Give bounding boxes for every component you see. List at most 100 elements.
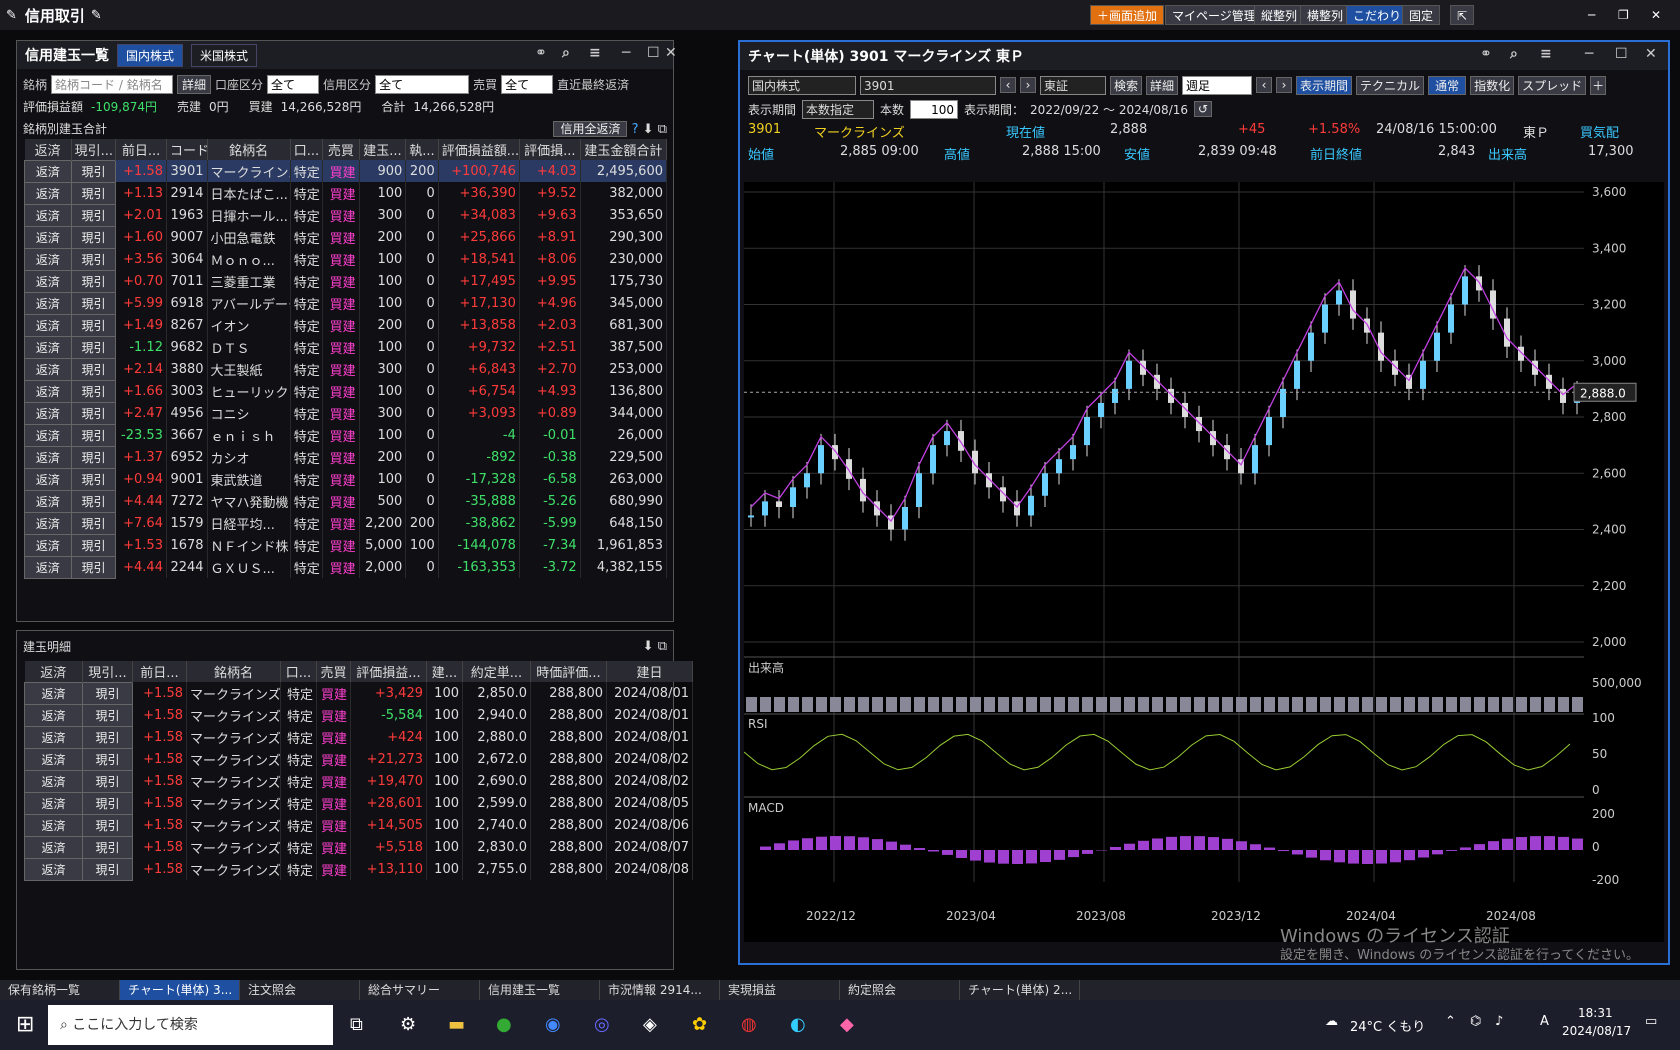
repay-button[interactable]: 返済	[24, 489, 72, 513]
folder-icon[interactable]: ▬	[448, 1014, 465, 1035]
copy-icon[interactable]: ⧉	[658, 122, 667, 137]
table-row[interactable]: 返済 現引 +2.14 3880 大王製紙 特定 買建 300 0 +6,843 +2.70 253,…	[24, 357, 668, 381]
market-select[interactable]: 国内株式	[748, 75, 856, 95]
column-header[interactable]: 返済	[24, 661, 83, 682]
delivery-button[interactable]: 現引	[70, 555, 117, 579]
repay-button[interactable]: 返済	[24, 335, 72, 359]
column-header[interactable]: 現引...	[71, 139, 117, 160]
table-row[interactable]: 返済 現引 +1.66 3003 ヒューリック 特定 買建 100 0 +6,754 +4.93 13…	[24, 379, 668, 403]
repay-button[interactable]: 返済	[24, 291, 72, 315]
table-row[interactable]: 返済 現引 +1.58 マークラインズ 特定 買建 +5,518 100 2,830.0 288,…	[24, 835, 693, 859]
column-header[interactable]: 口...	[290, 139, 324, 160]
tab-domestic[interactable]: 国内株式	[117, 43, 184, 67]
edit-icon[interactable]: ✎	[91, 8, 102, 23]
repay-button[interactable]: 返済	[24, 555, 72, 579]
column-header[interactable]: 評価損益...	[350, 661, 427, 682]
table-row[interactable]: 返済 現引 +1.37 6952 カシオ 特定 買建 200 0 -892 -0.38 229,500	[24, 445, 668, 469]
kodawari-button[interactable]: こだわり	[1346, 5, 1409, 25]
help-icon[interactable]: ?	[632, 122, 639, 137]
repay-button[interactable]: 返済	[24, 313, 72, 337]
speaker-icon[interactable]: ♪	[1495, 1014, 1503, 1029]
table-row[interactable]: 返済 現引 +4.44 7272 ヤマハ発動機 特定 買建 500 0 -35,888 -5.26 6…	[24, 489, 668, 513]
table-row[interactable]: 返済 現引 +1.13 2914 日本たばこ... 特定 買建 100 0 +36,390 +9.5…	[24, 181, 668, 205]
vertical-align-button[interactable]: 縦整列	[1254, 5, 1305, 25]
next-period-icon[interactable]: ›	[1276, 77, 1293, 93]
repay-button[interactable]: 返済	[24, 835, 83, 859]
table-row[interactable]: 返済現引+5.996918アバールデータ特定買建1000+17,130+4.96…	[24, 291, 668, 315]
table-row[interactable]: 返済 現引 -23.53 3667 ｅｎｉｓｈ 特定 買建 100 0 -4 -0.01 26,000	[24, 423, 668, 447]
clock-time[interactable]: 18:31	[1578, 1006, 1613, 1020]
repay-button[interactable]: 返済	[24, 269, 72, 293]
repay-button[interactable]: 返済	[24, 791, 83, 815]
table-row[interactable]: 返済 現引 +2.47 4956 コニシ 特定 買建 300 0 +3,093 +0.89 344,0…	[24, 401, 668, 425]
close-icon[interactable]: ✕	[665, 45, 677, 61]
column-header[interactable]: 売買	[316, 661, 351, 682]
bottom-tab[interactable]: 保有銘柄一覧	[0, 980, 120, 1000]
popout-icon[interactable]: ⇱	[1450, 5, 1475, 25]
delivery-button[interactable]: 現引	[82, 835, 133, 859]
repay-button[interactable]: 返済	[24, 357, 72, 381]
repay-all-button[interactable]: 信用全返済	[553, 120, 628, 137]
delivery-button[interactable]: 現引	[70, 423, 117, 447]
mode-index[interactable]: 指数化	[1470, 75, 1515, 95]
column-header[interactable]: 建玉...	[359, 139, 407, 160]
menu-icon[interactable]: ≡	[1540, 46, 1552, 62]
bottom-tab[interactable]: チャート(単体) 3...	[120, 980, 240, 1000]
mode-normal[interactable]: 通常	[1428, 75, 1467, 95]
column-header[interactable]: 評価損...	[519, 139, 581, 160]
prev-icon[interactable]: ‹	[1000, 77, 1016, 93]
table-row[interactable]: 返済 現引 +1.58 マークラインズ 特定 買建 +13,110 100 2,755.0 288…	[24, 857, 693, 881]
account-select[interactable]: 全て	[267, 74, 320, 94]
column-header[interactable]: 現引...	[82, 661, 133, 682]
settings-icon[interactable]: ⚙	[400, 1014, 416, 1035]
delivery-button[interactable]: 現引	[70, 489, 117, 513]
notification-icon[interactable]: ▭	[1645, 1014, 1657, 1029]
mypage-button[interactable]: マイページ管理	[1165, 5, 1263, 25]
maximize-icon[interactable]: ❐	[1612, 5, 1635, 25]
delivery-button[interactable]: 現引	[70, 181, 117, 205]
drop-icon[interactable]: ◆	[840, 1014, 854, 1035]
weather-text[interactable]: 24°C くもり	[1350, 1016, 1425, 1035]
repay-button[interactable]: 返済	[24, 467, 72, 491]
fixed-button[interactable]: 固定	[1402, 5, 1441, 25]
column-header[interactable]: 時価評価...	[530, 661, 607, 682]
add-screen-button[interactable]: ＋画面追加	[1090, 5, 1165, 25]
column-header[interactable]: コード	[166, 139, 208, 160]
bottom-tab[interactable]: 約定照会	[840, 980, 960, 1000]
delivery-button[interactable]: 現引	[82, 813, 133, 837]
delivery-button[interactable]: 現引	[82, 769, 133, 793]
repay-button[interactable]: 返済	[24, 725, 83, 749]
column-header[interactable]: 約定単...	[462, 661, 531, 682]
repay-button[interactable]: 返済	[24, 379, 72, 403]
delivery-button[interactable]: 現引	[70, 511, 117, 535]
add-icon[interactable]: ＋	[1590, 75, 1607, 95]
close-icon[interactable]: ✕	[1645, 5, 1667, 25]
delivery-button[interactable]: 現引	[82, 857, 133, 881]
bottom-tab[interactable]: チャート(単体) 2...	[960, 980, 1080, 1000]
delivery-button[interactable]: 現引	[70, 291, 117, 315]
taskbar-search[interactable]: ⌕ ここに入力して検索	[48, 1005, 333, 1045]
repay-button[interactable]: 返済	[24, 703, 83, 727]
download-icon[interactable]: ⬇	[643, 122, 654, 137]
maximize-icon[interactable]: ☐	[647, 45, 660, 61]
delivery-button[interactable]: 現引	[70, 445, 117, 469]
app-icon-2[interactable]: ◎	[594, 1014, 610, 1035]
column-header[interactable]: 口...	[280, 661, 317, 682]
range-mode-select[interactable]: 本数指定	[802, 99, 875, 119]
delivery-button[interactable]: 現引	[82, 681, 133, 705]
table-row[interactable]: 返済 現引 +0.70 7011 三菱重工業 特定 買建 100 0 +17,495 +9.95 17…	[24, 269, 668, 293]
repay-button[interactable]: 返済	[24, 857, 83, 881]
minimize-icon[interactable]: ─	[622, 45, 630, 61]
link-icon[interactable]: ⚭	[535, 45, 547, 61]
reset-icon[interactable]: ↺	[1194, 101, 1213, 117]
next-icon[interactable]: ›	[1020, 77, 1036, 93]
buysell-select[interactable]: 全て	[501, 74, 554, 94]
delivery-button[interactable]: 現引	[70, 357, 117, 381]
repay-button[interactable]: 返済	[24, 747, 83, 771]
delivery-button[interactable]: 現引	[70, 159, 117, 183]
table-row[interactable]: 返済 現引 +0.94 9001 東武鉄道 特定 買建 100 0 -17,328 -6.58 263…	[24, 467, 668, 491]
table-row[interactable]: 返済 現引 +7.64 1579 日経平均... 特定 買建 2,200 200 -38,862-…	[24, 511, 668, 535]
table-row[interactable]: 返済 現引 +1.58 マークラインズ 特定 買建 +21,273 100 2,672.0 288…	[24, 747, 693, 771]
ime-indicator[interactable]: A	[1540, 1014, 1549, 1029]
price-chart[interactable]: 3,600 3,400 3,200 3,000 2,800 2,600 2,400 2,200…	[744, 182, 1664, 942]
